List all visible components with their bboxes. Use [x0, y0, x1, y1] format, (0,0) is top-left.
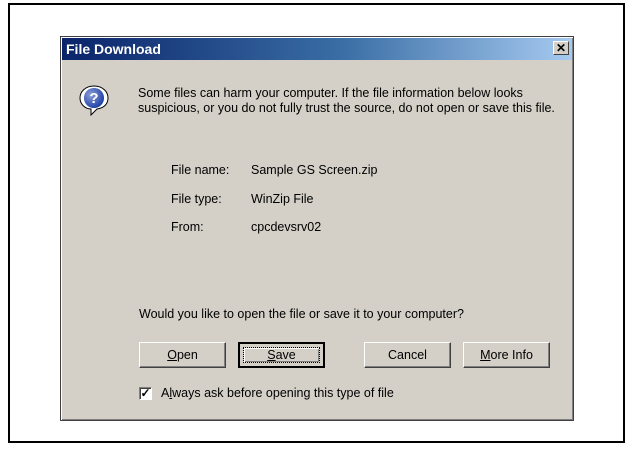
file-name-value: Sample GS Screen.zip	[251, 163, 378, 177]
title-bar[interactable]: File Download ✕	[62, 38, 572, 60]
save-button[interactable]: Save	[238, 342, 325, 368]
cancel-button-label: Cancel	[388, 348, 427, 362]
question-text: Would you like to open the file or save …	[139, 307, 464, 321]
save-button-focus: Save	[243, 347, 320, 363]
warning-message: Some files can harm your computer. If th…	[138, 86, 555, 115]
open-button-label: Open	[167, 348, 198, 362]
file-type-value: WinZip File	[251, 192, 314, 206]
close-button[interactable]: ✕	[553, 41, 569, 55]
more-info-button-label: More Info	[480, 348, 533, 362]
cancel-button[interactable]: Cancel	[364, 342, 451, 368]
svg-text:?: ?	[89, 90, 98, 107]
save-button-label: Save	[267, 348, 296, 362]
always-ask-checkbox[interactable]: ✓	[139, 387, 152, 400]
always-ask-label: Always ask before opening this type of f…	[161, 386, 394, 400]
dialog-title: File Download	[66, 41, 161, 57]
more-info-button[interactable]: More Info	[463, 342, 550, 368]
from-value: cpcdevsrv02	[251, 220, 322, 234]
file-download-dialog: File Download ✕ ? Some files can harm yo…	[60, 36, 574, 421]
checkmark-icon: ✓	[140, 386, 151, 400]
question-icon: ?	[79, 85, 109, 116]
file-name-label: File name:	[171, 163, 230, 177]
file-type-label: File type:	[171, 192, 222, 206]
from-label: From:	[171, 220, 204, 234]
open-button[interactable]: Open	[139, 342, 226, 368]
close-icon: ✕	[555, 41, 567, 55]
